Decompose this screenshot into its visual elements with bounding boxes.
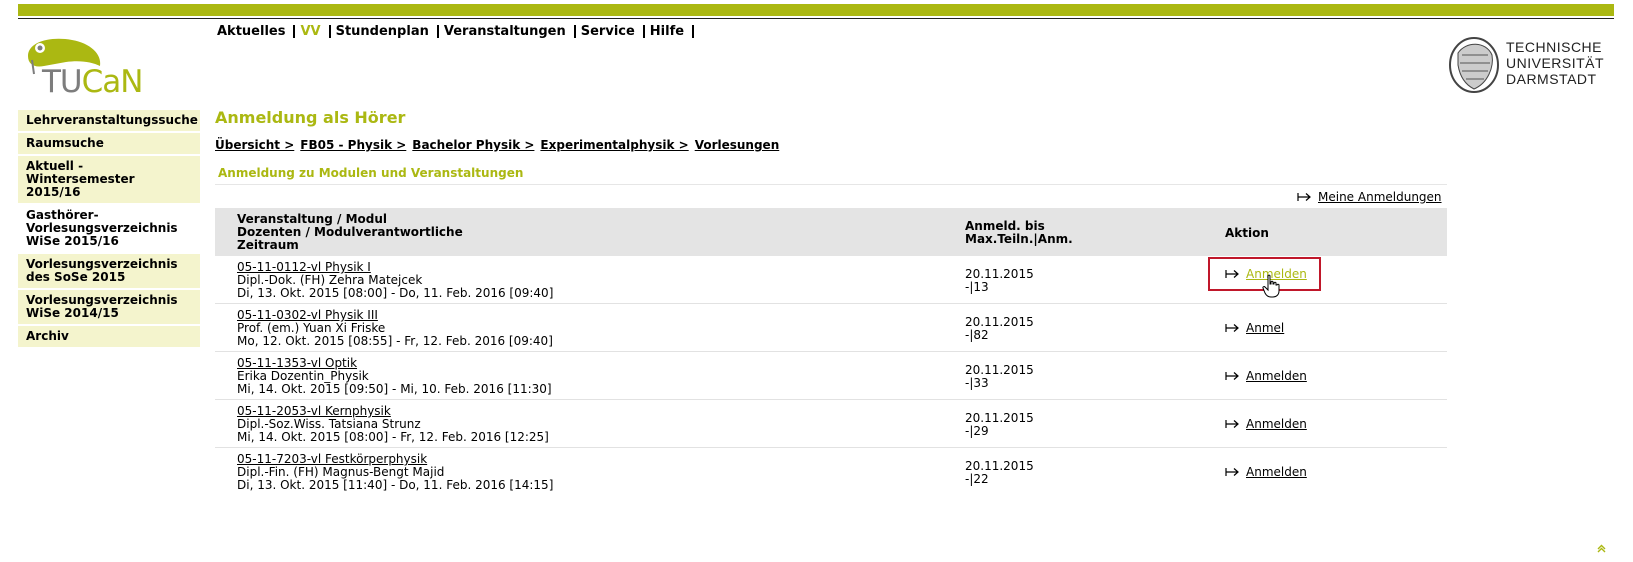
nav-aktuelles[interactable]: Aktuelles: [212, 25, 296, 38]
deadline-cell: 20.11.2015 -|33: [965, 364, 1034, 390]
capacity: -|33: [965, 376, 989, 390]
deadline-cell: 20.11.2015 -|13: [965, 268, 1034, 294]
arrow-right-icon: [1225, 269, 1240, 279]
sidebar-item-archiv[interactable]: Archiv: [18, 326, 200, 347]
sidebar-item-vv-sose-2015[interactable]: Vorlesungsverzeichnis des SoSe 2015: [18, 254, 200, 288]
course-period: Mi, 14. Okt. 2015 [08:00] - Fr, 12. Feb.…: [237, 430, 549, 444]
sidebar-item-vv-wise-2014[interactable]: Vorlesungsverzeichnis WiSe 2014/15: [18, 290, 200, 324]
sidebar: Lehrveranstaltungssuche Raumsuche Aktuel…: [18, 110, 200, 349]
university-line3: DARMSTADT: [1506, 71, 1597, 87]
breadcrumb-experimentalphysik[interactable]: Experimentalphysik >: [540, 138, 688, 152]
capacity: -|13: [965, 280, 989, 294]
course-cell: 05-11-2053-vl Kernphysik Dipl.-Soz.Wiss.…: [237, 405, 549, 444]
course-cell: 05-11-1353-vl Optik Erika Dozentin_Physi…: [237, 357, 552, 396]
course-cell: 05-11-7203-vl Festkörperphysik Dipl.-Fin…: [237, 453, 553, 492]
arrow-right-icon: [1225, 419, 1240, 429]
course-period: Mo, 12. Okt. 2015 [08:55] - Fr, 12. Feb.…: [237, 334, 553, 348]
header-action: Aktion: [1225, 226, 1269, 240]
nav-veranstaltungen[interactable]: Veranstaltungen: [439, 25, 576, 38]
nav-vv[interactable]: VV: [295, 25, 331, 38]
deadline-cell: 20.11.2015 -|29: [965, 412, 1034, 438]
page-title: Anmeldung als Hörer: [215, 108, 406, 127]
university-line1: TECHNISCHE: [1506, 39, 1603, 55]
table-row: 05-11-7203-vl Festkörperphysik Dipl.-Fin…: [215, 448, 1447, 495]
table-row: 05-11-1353-vl Optik Erika Dozentin_Physi…: [215, 352, 1447, 400]
course-cell: 05-11-0302-vl Physik III Prof. (em.) Yua…: [237, 309, 553, 348]
tucan-logo[interactable]: TUCaN: [22, 36, 152, 100]
breadcrumb-vorlesungen[interactable]: Vorlesungen: [695, 138, 780, 152]
capacity: -|22: [965, 472, 989, 486]
capacity: -|29: [965, 424, 989, 438]
breadcrumb-fb05[interactable]: FB05 - Physik >: [300, 138, 406, 152]
top-navigation: Aktuelles VV Stundenplan Veranstaltungen…: [212, 25, 695, 38]
course-period: Mi, 14. Okt. 2015 [09:50] - Mi, 10. Feb.…: [237, 382, 552, 396]
my-registrations-label: Meine Anmeldungen: [1318, 190, 1442, 204]
course-period: Di, 13. Okt. 2015 [11:40] - Do, 11. Feb.…: [237, 478, 554, 492]
logo-tu-text: TU: [42, 64, 83, 100]
register-button[interactable]: Anmelden: [1225, 465, 1307, 479]
section-divider: [215, 184, 1447, 185]
breadcrumb: Übersicht > FB05 - Physik > Bachelor Phy…: [215, 138, 779, 152]
register-label: Anmelden: [1246, 369, 1307, 383]
breadcrumb-bachelor[interactable]: Bachelor Physik >: [412, 138, 534, 152]
deadline-cell: 20.11.2015 -|82: [965, 316, 1034, 342]
tucan-wordmark: TUCaN: [42, 64, 144, 100]
my-registrations-link[interactable]: Meine Anmeldungen: [1297, 190, 1442, 204]
hand-cursor-icon: [1262, 274, 1280, 302]
header-deadline: Anmeld. bis Max.Teiln.|Anm.: [965, 220, 1073, 246]
course-period: Di, 13. Okt. 2015 [08:00] - Do, 11. Feb.…: [237, 286, 554, 300]
table-row: 05-11-0302-vl Physik III Prof. (em.) Yua…: [215, 304, 1447, 352]
course-cell: 05-11-0112-vl Physik I Dipl.-Dok. (FH) Z…: [237, 261, 553, 300]
nav-hilfe[interactable]: Hilfe: [645, 25, 695, 38]
university-line2: UNIVERSITÄT: [1506, 55, 1605, 71]
header-deadline-line2: Max.Teiln.|Anm.: [965, 232, 1073, 246]
arrow-right-icon: [1225, 467, 1240, 477]
university-name: TECHNISCHE UNIVERSITÄT DARMSTADT: [1506, 39, 1604, 87]
deadline-cell: 20.11.2015 -|22: [965, 460, 1034, 486]
header-course: Veranstaltung / Modul Dozenten / Modulve…: [237, 213, 463, 252]
nav-stundenplan[interactable]: Stundenplan: [331, 25, 439, 38]
sidebar-item-raumsuche[interactable]: Raumsuche: [18, 133, 200, 154]
top-accent-bar: [18, 4, 1614, 16]
register-label: Anmelden: [1246, 465, 1307, 479]
arrow-right-icon: [1225, 371, 1240, 381]
register-label: Anmel: [1246, 321, 1285, 335]
arrow-right-icon: [1225, 323, 1240, 333]
scroll-to-top-icon[interactable]: [1597, 544, 1606, 556]
sidebar-item-aktuell-wintersemester[interactable]: Aktuell - Wintersemester 2015/16: [18, 156, 200, 203]
sidebar-item-gasthoerer-vv[interactable]: Gasthörer-Vorlesungsverzeichnis WiSe 201…: [18, 205, 200, 252]
register-button[interactable]: Anmelden: [1225, 369, 1307, 383]
register-label: Anmelden: [1246, 417, 1307, 431]
arrow-right-icon: [1297, 192, 1312, 202]
register-button[interactable]: Anmelden: [1225, 417, 1307, 431]
nav-service[interactable]: Service: [576, 25, 645, 38]
header-course-line3: Zeitraum: [237, 238, 299, 252]
table-header: Veranstaltung / Modul Dozenten / Modulve…: [215, 208, 1447, 256]
tu-darmstadt-logo[interactable]: TECHNISCHE UNIVERSITÄT DARMSTADT: [1444, 35, 1616, 97]
breadcrumb-uebersicht[interactable]: Übersicht >: [215, 138, 294, 152]
top-divider: [18, 18, 1614, 19]
capacity: -|82: [965, 328, 989, 342]
section-subheading: Anmeldung zu Modulen und Veranstaltungen: [218, 166, 524, 180]
table-row: 05-11-2053-vl Kernphysik Dipl.-Soz.Wiss.…: [215, 400, 1447, 448]
sidebar-item-lehrveranstaltungssuche[interactable]: Lehrveranstaltungssuche: [18, 110, 200, 131]
register-button[interactable]: Anmel: [1225, 321, 1306, 335]
athena-head-icon: [1449, 37, 1499, 93]
logo-can-text: CaN: [81, 64, 144, 100]
course-table: Veranstaltung / Modul Dozenten / Modulve…: [215, 208, 1447, 495]
